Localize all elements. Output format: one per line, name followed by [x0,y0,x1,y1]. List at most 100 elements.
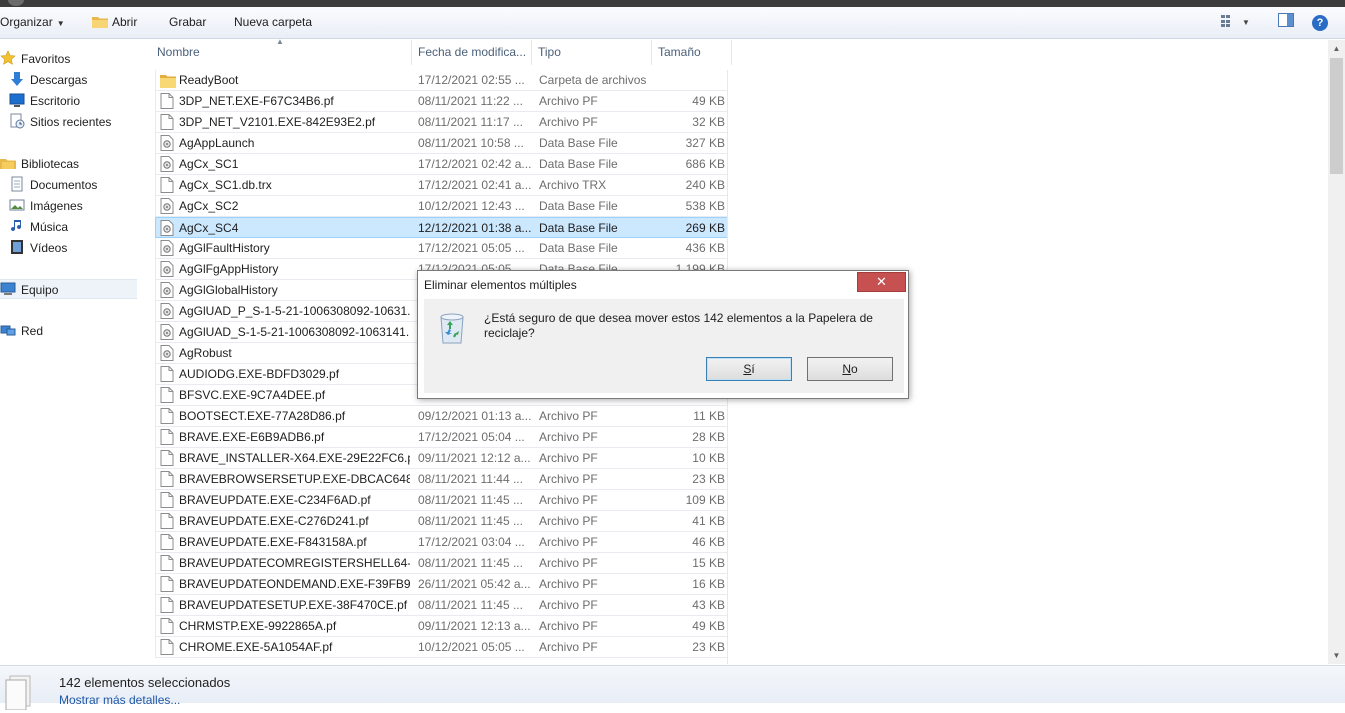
open-label: Abrir [112,15,138,29]
file-icon [160,597,174,613]
file-name: AgCx_SC4 [160,218,410,238]
yes-button[interactable]: Sí [706,357,792,381]
chevron-down-icon: ▼ [56,19,65,28]
file-icon [160,450,174,466]
organize-button[interactable]: Organizar ▼ [0,7,65,39]
column-header-type[interactable]: Tipo [532,40,652,65]
file-icon [160,618,174,634]
file-row[interactable]: ReadyBoot 17/12/2021 02:55 ... Carpeta de … [155,70,727,91]
show-more-details-link[interactable]: Mostrar más detalles... [59,693,180,707]
file-type: Archivo PF [539,430,598,444]
file-name-text: BRAVEUPDATECOMREGISTERSHELL64-9... [179,556,410,570]
file-name: BOOTSECT.EXE-77A28D86.pf [160,406,410,426]
scroll-down-arrow-icon[interactable]: ▼ [1328,647,1345,664]
file-row[interactable]: BRAVEUPDATECOMREGISTERSHELL64-9... 08/11/… [155,553,727,574]
file-row[interactable]: BRAVEUPDATE.EXE-C234F6AD.pf 08/11/2021 11… [155,490,727,511]
column-header-size[interactable]: Tamaño [652,40,732,65]
documents-icon [9,176,25,192]
nav-videos[interactable]: Vídeos [0,238,137,258]
file-name: 3DP_NET_V2101.EXE-842E93E2.pf [160,112,410,132]
file-size: 538 KB [685,199,725,213]
burn-button[interactable]: Grabar [169,7,206,39]
file-row[interactable]: BRAVEUPDATE.EXE-C276D241.pf 08/11/2021 11… [155,511,727,532]
file-name: BRAVEBROWSERSETUP.EXE-DBCAC648.pf [160,469,410,489]
vertical-scrollbar[interactable]: ▲ ▼ [1328,40,1345,664]
file-row[interactable]: BRAVE_INSTALLER-X64.EXE-29E22FC6.pf 09/11… [155,448,727,469]
no-accelerator: N [842,362,851,376]
nav-network[interactable]: Red [0,321,137,341]
file-name: BRAVEUPDATECOMREGISTERSHELL64-9... [160,553,410,573]
nav-downloads[interactable]: Descargas [0,70,137,90]
file-size: 23 KB [692,640,725,654]
open-button[interactable]: Abrir [92,7,137,39]
file-size: 32 KB [692,115,725,129]
nav-images[interactable]: Imágenes [0,196,137,216]
file-row[interactable]: AgCx_SC2 10/12/2021 12:43 ... Data Base Fi… [155,196,727,217]
file-row[interactable]: AgAppLaunch 08/11/2021 10:58 ... Data Base… [155,133,727,154]
view-options-icon[interactable] [1218,13,1238,33]
file-icon [160,492,174,508]
file-type: Archivo PF [539,556,598,570]
folder-icon [160,74,176,90]
file-name-text: AgRobust [179,346,232,360]
help-icon[interactable]: ? [1310,13,1330,33]
nav-favorites[interactable]: Favoritos [0,49,137,69]
file-name-text: 3DP_NET.EXE-F67C34B6.pf [179,94,334,108]
new-folder-button[interactable]: Nueva carpeta [234,7,312,39]
file-row[interactable]: CHROME.EXE-5A1054AF.pf 10/12/2021 05:05 .… [155,637,727,658]
file-size: 10 KB [692,451,725,465]
file-row[interactable]: 3DP_NET_V2101.EXE-842E93E2.pf 08/11/2021 … [155,112,727,133]
dialog-close-button[interactable]: ✕ [857,272,906,292]
file-row[interactable]: BRAVE.EXE-E6B9ADB6.pf 17/12/2021 05:04 ..… [155,427,727,448]
database-file-icon [160,135,174,151]
file-date: 09/11/2021 12:12 a... [418,451,531,465]
column-header-name[interactable]: Nombre [151,40,412,65]
scroll-up-arrow-icon[interactable]: ▲ [1328,40,1345,57]
file-row[interactable]: BRAVEUPDATE.EXE-F843158A.pf 17/12/2021 03… [155,532,727,553]
column-header-date[interactable]: Fecha de modifica... [412,40,532,65]
nav-documents[interactable]: Documentos [0,175,137,195]
file-size: 269 KB [685,221,725,235]
file-row[interactable]: AgCx_SC4 12/12/2021 01:38 a... Data Base F… [155,217,727,238]
computer-icon [0,281,16,297]
file-name-text: BRAVEUPDATESETUP.EXE-38F470CE.pf [179,598,408,612]
file-name: BRAVEUPDATEONDEMAND.EXE-F39FB9... [160,574,410,594]
file-date: 17/12/2021 02:41 a... [418,178,532,192]
file-row[interactable]: BRAVEUPDATEONDEMAND.EXE-F39FB9... 26/11/2… [155,574,727,595]
nav-desktop[interactable]: Escritorio [0,91,137,111]
file-icon [160,513,174,529]
file-row[interactable]: AgCx_SC1 17/12/2021 02:42 a... Data Base F… [155,154,727,175]
nav-computer-label: Equipo [21,283,59,297]
file-row[interactable]: BRAVEBROWSERSETUP.EXE-DBCAC648.pf 08/11/2… [155,469,727,490]
nav-music[interactable]: Música [0,217,137,237]
nav-libraries[interactable]: Bibliotecas [0,154,137,174]
libraries-icon [0,155,16,171]
nav-documents-label: Documentos [30,178,98,192]
nav-recent[interactable]: Sitios recientes [0,112,137,132]
file-date: 17/12/2021 05:04 ... [418,430,525,444]
scrollbar-thumb[interactable] [1330,58,1343,174]
nav-recent-label: Sitios recientes [30,115,112,129]
view-dropdown-chevron-icon[interactable]: ▼ [1236,13,1256,33]
file-date: 08/11/2021 11:45 ... [418,514,523,528]
file-name: AgCx_SC1 [160,154,410,174]
file-name-text: AgCx_SC4 [179,221,239,235]
file-row[interactable]: BRAVEUPDATESETUP.EXE-38F470CE.pf 08/11/20… [155,595,727,616]
file-row[interactable]: AgCx_SC1.db.trx 17/12/2021 02:41 a... Arch… [155,175,727,196]
no-button[interactable]: No [807,357,893,381]
nav-computer[interactable]: Equipo [0,279,137,299]
file-date: 08/11/2021 11:45 ... [418,598,523,612]
file-name: BRAVEUPDATE.EXE-F843158A.pf [160,532,410,552]
database-file-icon [160,303,174,319]
file-row[interactable]: AgGlFaultHistory 17/12/2021 05:05 ... Data… [155,238,727,259]
file-row[interactable]: 3DP_NET.EXE-F67C34B6.pf 08/11/2021 11:22 … [155,91,727,112]
database-file-icon [160,261,174,277]
file-date: 10/12/2021 12:43 ... [418,199,525,213]
file-row[interactable]: CHRMSTP.EXE-9922865A.pf 09/11/2021 12:13 … [155,616,727,637]
file-row[interactable]: BOOTSECT.EXE-77A28D86.pf 09/12/2021 01:13… [155,406,727,427]
file-name-text: BRAVE_INSTALLER-X64.EXE-29E22FC6.pf [179,451,410,465]
file-date: 08/11/2021 11:45 ... [418,556,523,570]
file-name: 3DP_NET.EXE-F67C34B6.pf [160,91,410,111]
preview-pane-icon[interactable] [1276,13,1296,33]
file-name-text: BRAVEUPDATE.EXE-C234F6AD.pf [179,493,371,507]
